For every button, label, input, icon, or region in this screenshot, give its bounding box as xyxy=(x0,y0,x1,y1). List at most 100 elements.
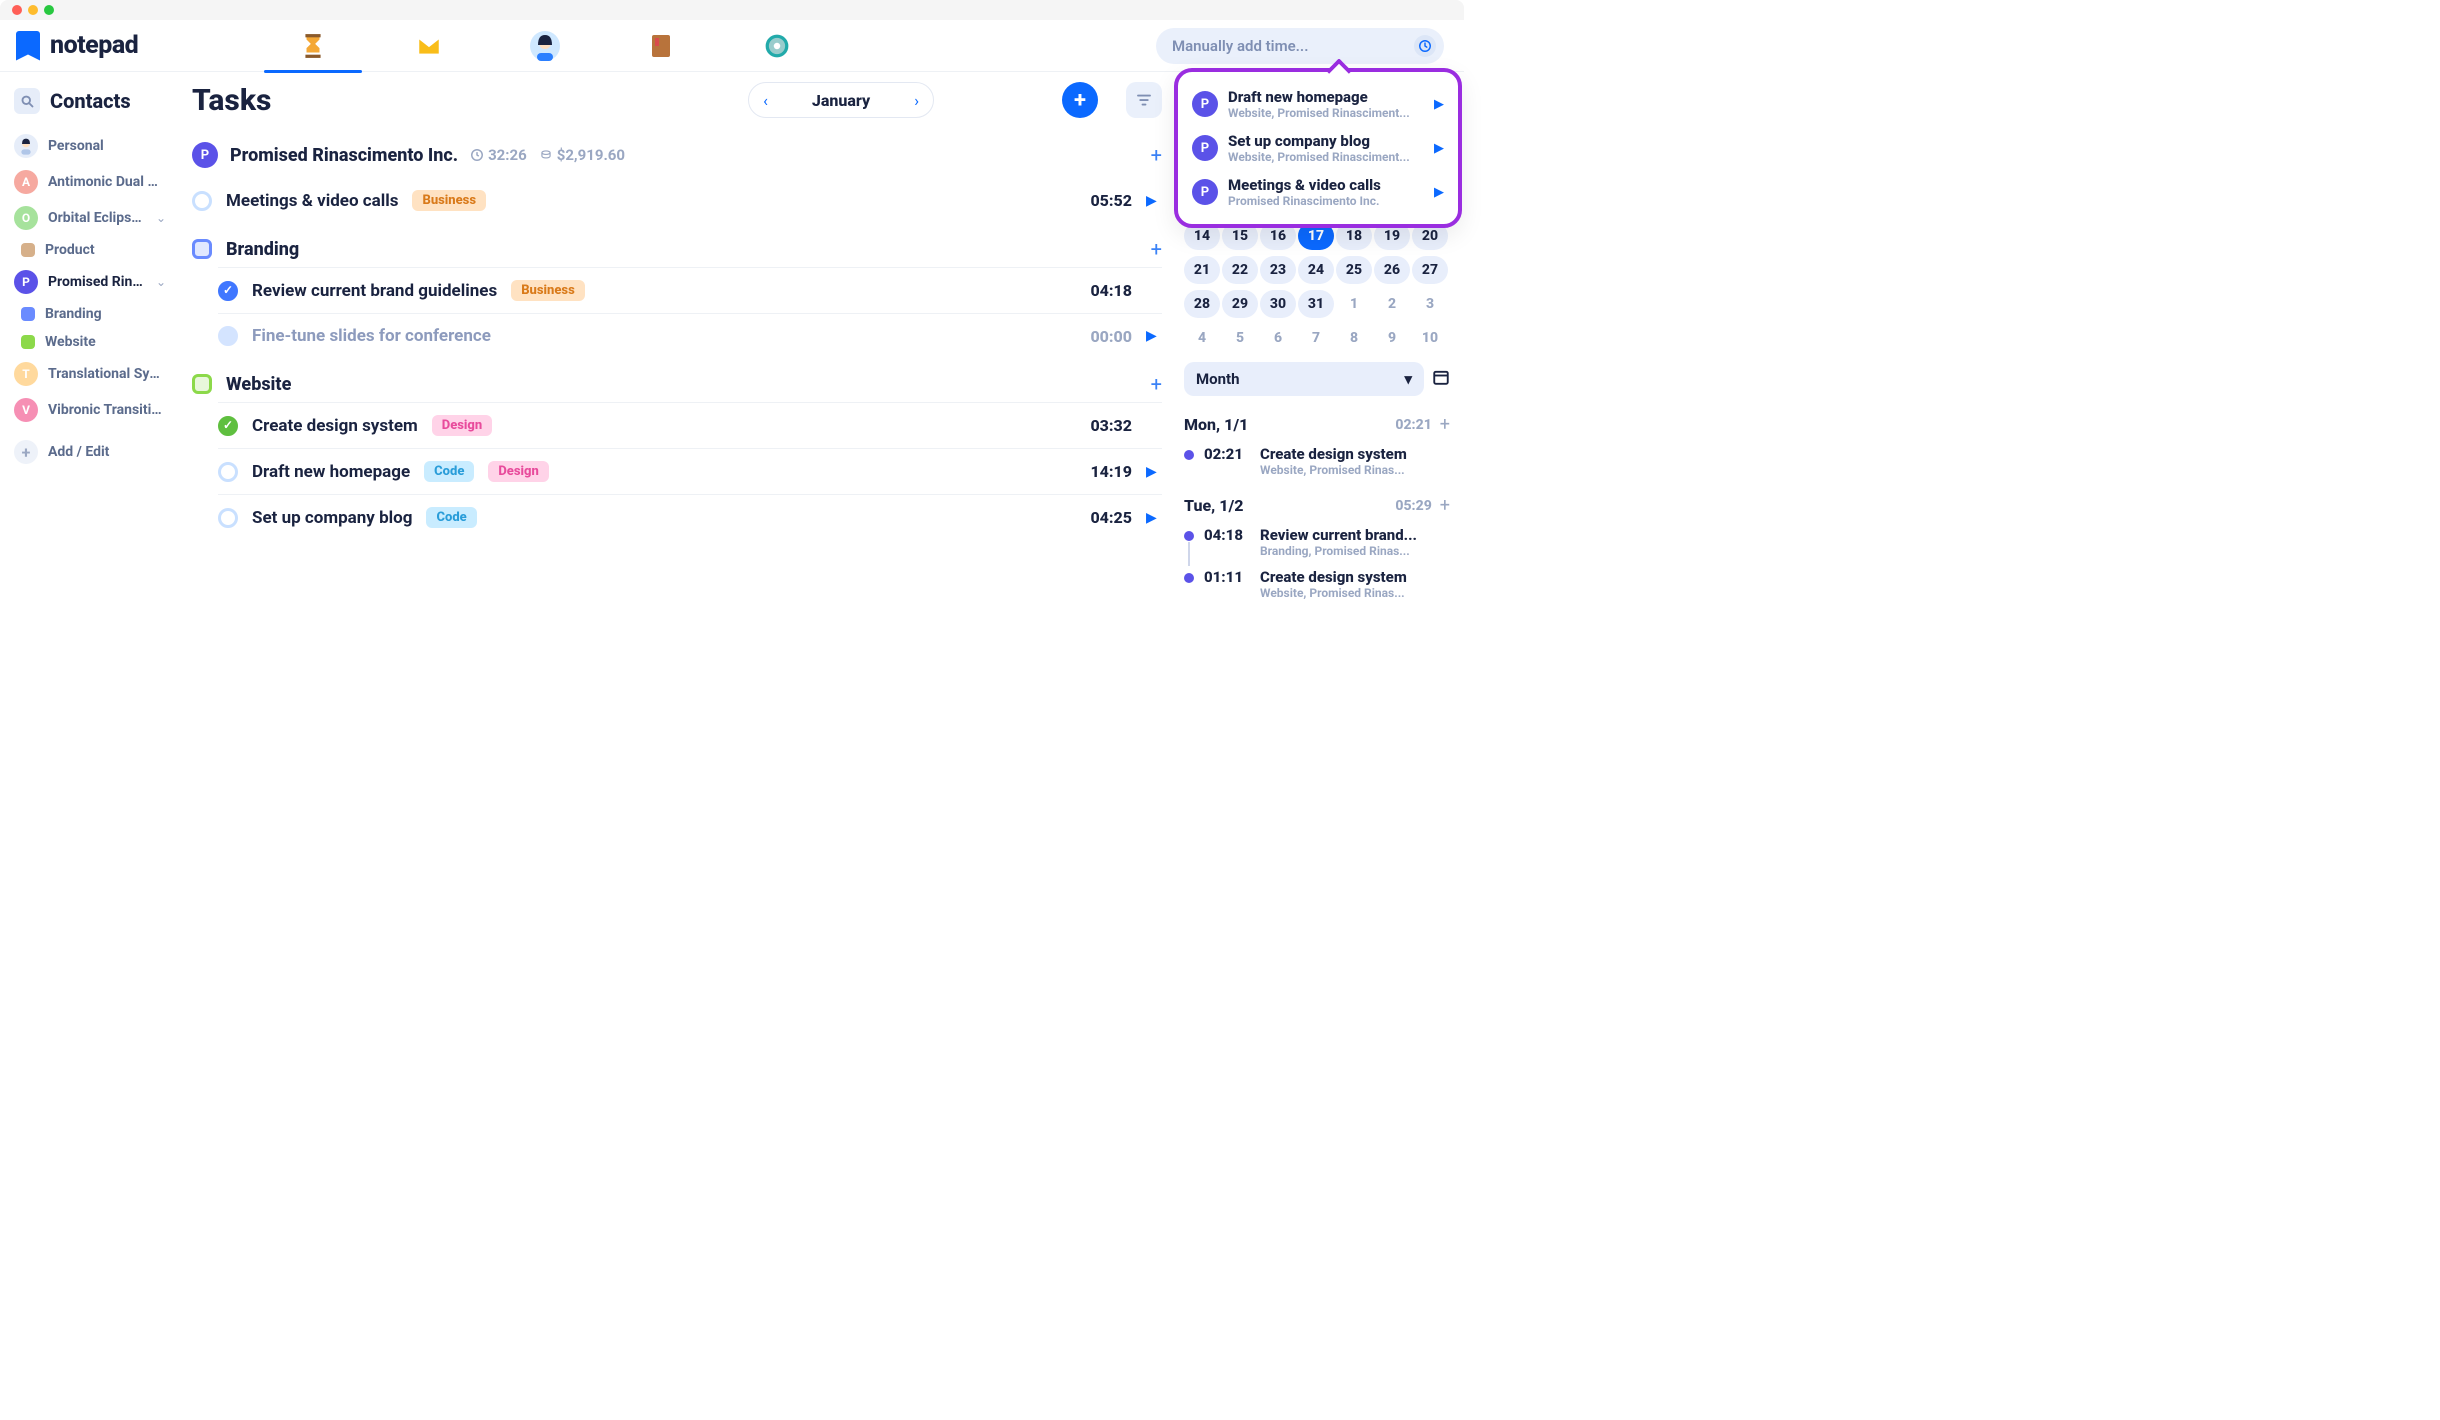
time-input[interactable] xyxy=(1172,37,1406,55)
calendar-day[interactable]: 10 xyxy=(1412,324,1448,352)
sidebar-add-edit[interactable]: + Add / Edit xyxy=(8,434,172,470)
month-picker[interactable]: ‹ January › xyxy=(748,82,934,118)
suggestion-sub: Website, Promised Rinasciment... xyxy=(1228,106,1424,120)
task-name[interactable]: Meetings & video calls xyxy=(226,191,398,211)
add-entry-button[interactable]: + xyxy=(1440,414,1450,435)
sidebar-item[interactable]: P Promised Rinascimen... ⌄ xyxy=(8,264,172,300)
project-name: Promised Rinascimento Inc. xyxy=(230,145,458,166)
play-button[interactable]: ▶ xyxy=(1146,193,1162,209)
plus-icon: + xyxy=(14,440,38,464)
entry-sub: Website, Promised Rinas... xyxy=(1260,586,1450,600)
calendar-button[interactable] xyxy=(1432,368,1450,391)
calendar-day[interactable]: 5 xyxy=(1222,324,1258,352)
add-task-button[interactable]: + xyxy=(1062,82,1098,118)
group-name[interactable]: Website xyxy=(226,374,291,395)
nav-settings[interactable] xyxy=(762,31,792,61)
suggestion-item[interactable]: P Set up company blog Website, Promised … xyxy=(1186,126,1450,170)
task-time: 00:00 xyxy=(1090,327,1132,346)
calendar-day[interactable]: 23 xyxy=(1260,256,1296,284)
calendar-day[interactable]: 25 xyxy=(1336,256,1372,284)
task-name[interactable]: Review current brand guidelines xyxy=(252,281,497,301)
sidebar-subitem[interactable]: Branding xyxy=(8,300,172,328)
time-value: 32:26 xyxy=(488,146,527,164)
calendar-day[interactable]: 3 xyxy=(1412,290,1448,318)
calendar-day[interactable]: 31 xyxy=(1298,290,1334,318)
task-name[interactable]: Create design system xyxy=(252,416,418,436)
add-to-project[interactable]: + xyxy=(1151,143,1162,167)
entry-title: Create design system xyxy=(1260,445,1450,463)
calendar-day[interactable]: 28 xyxy=(1184,290,1220,318)
calendar-day[interactable]: 27 xyxy=(1412,256,1448,284)
calendar-day[interactable]: 26 xyxy=(1374,256,1410,284)
add-entry-button[interactable]: + xyxy=(1440,495,1450,516)
app-logo[interactable]: notepad xyxy=(16,31,138,61)
play-button[interactable]: ▶ xyxy=(1146,464,1162,480)
manual-time-field[interactable] xyxy=(1156,28,1444,64)
task-checkbox[interactable] xyxy=(218,508,238,528)
calendar-day[interactable]: 24 xyxy=(1298,256,1334,284)
suggestion-title: Meetings & video calls xyxy=(1228,176,1424,194)
task-checkbox[interactable] xyxy=(218,462,238,482)
calendar-day[interactable]: 4 xyxy=(1184,324,1220,352)
sidebar-item[interactable]: V Vibronic Transition G... xyxy=(8,392,172,428)
sidebar-search[interactable] xyxy=(14,88,40,114)
timeline-day: Mon, 1/1 02:21 + 02:21 Create design sys… xyxy=(1184,414,1450,477)
task-row: Set up company blog Code 04:25 ▶ xyxy=(218,494,1162,540)
timeline-entry[interactable]: 02:21 Create design system Website, Prom… xyxy=(1184,445,1450,477)
project-avatar: P xyxy=(1192,179,1218,205)
window-maximize[interactable] xyxy=(44,5,54,15)
task-time: 04:18 xyxy=(1090,281,1132,300)
calendar-day[interactable]: 7 xyxy=(1298,324,1334,352)
calendar-day[interactable]: 2 xyxy=(1374,290,1410,318)
range-select[interactable]: Month ▾ xyxy=(1184,362,1424,396)
add-to-group[interactable]: + xyxy=(1151,372,1162,396)
play-icon: ▶ xyxy=(1434,97,1444,112)
timeline-entry[interactable]: 01:11 Create design system Website, Prom… xyxy=(1184,568,1450,600)
nav-timer[interactable] xyxy=(298,31,328,61)
sidebar-item-personal[interactable]: Personal xyxy=(8,128,172,164)
window-close[interactable] xyxy=(12,5,22,15)
group-name[interactable]: Branding xyxy=(226,239,299,260)
color-swatch xyxy=(21,307,35,321)
filter-button[interactable] xyxy=(1126,82,1162,118)
task-name[interactable]: Set up company blog xyxy=(252,508,412,528)
clock-button[interactable] xyxy=(1414,35,1436,57)
calendar-icon xyxy=(1432,368,1450,386)
day-total: 02:21 xyxy=(1395,417,1431,433)
calendar-day[interactable]: 21 xyxy=(1184,256,1220,284)
nav-mail[interactable] xyxy=(414,31,444,61)
suggestion-item[interactable]: P Draft new homepage Website, Promised R… xyxy=(1186,82,1450,126)
window-minimize[interactable] xyxy=(28,5,38,15)
sidebar-subitem[interactable]: Website xyxy=(8,328,172,356)
calendar-day[interactable]: 9 xyxy=(1374,324,1410,352)
task-checkbox[interactable] xyxy=(218,326,238,346)
sidebar-subitem[interactable]: Product xyxy=(8,236,172,264)
sidebar-item[interactable]: T Translational Symmet... xyxy=(8,356,172,392)
nav-notebook[interactable] xyxy=(646,31,676,61)
chevron-right-icon[interactable]: › xyxy=(910,91,923,110)
chevron-left-icon[interactable]: ‹ xyxy=(759,91,772,110)
nav-profile[interactable] xyxy=(530,31,560,61)
calendar-day[interactable]: 22 xyxy=(1222,256,1258,284)
chevron-down-icon: ⌄ xyxy=(156,211,166,225)
add-to-group[interactable]: + xyxy=(1151,237,1162,261)
calendar-day[interactable]: 1 xyxy=(1336,290,1372,318)
calendar-day[interactable]: 29 xyxy=(1222,290,1258,318)
sidebar-item[interactable]: O Orbital Eclipse LLC ⌄ xyxy=(8,200,172,236)
calendar-day[interactable]: 30 xyxy=(1260,290,1296,318)
sidebar-label: Vibronic Transition G... xyxy=(48,402,166,418)
suggestion-item[interactable]: P Meetings & video calls Promised Rinasc… xyxy=(1186,170,1450,214)
month-label: January xyxy=(812,91,870,110)
main-panel: Tasks ‹ January › + P Promised Rinascime… xyxy=(180,72,1184,852)
task-checkbox[interactable] xyxy=(192,191,212,211)
sidebar-item[interactable]: A Antimonic Dual AG xyxy=(8,164,172,200)
task-checkbox[interactable] xyxy=(218,281,238,301)
play-button[interactable]: ▶ xyxy=(1146,510,1162,526)
calendar-day[interactable]: 8 xyxy=(1336,324,1372,352)
task-name[interactable]: Draft new homepage xyxy=(252,462,410,482)
calendar-day[interactable]: 6 xyxy=(1260,324,1296,352)
task-checkbox[interactable] xyxy=(218,416,238,436)
play-button[interactable]: ▶ xyxy=(1146,328,1162,344)
timeline-entry[interactable]: 04:18 Review current brand... Branding, … xyxy=(1184,526,1450,558)
task-name[interactable]: Fine-tune slides for conference xyxy=(252,326,491,346)
